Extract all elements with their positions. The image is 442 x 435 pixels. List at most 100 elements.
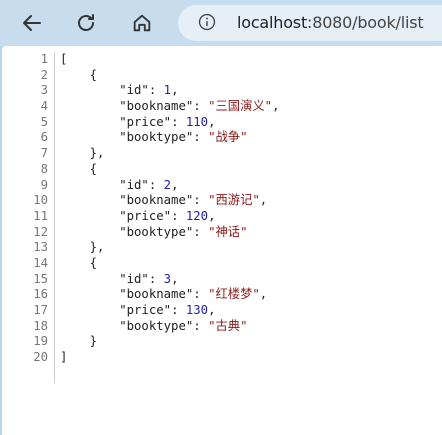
site-info-icon[interactable] <box>198 13 216 31</box>
json-token-punc: }, <box>60 146 105 161</box>
code-line: 12 "booktype": "神话" <box>2 224 247 241</box>
code-text: "id": 1, <box>60 83 178 99</box>
code-text: "booktype": "神话" <box>60 225 247 241</box>
line-number: 2 <box>40 67 48 82</box>
back-arrow-icon <box>23 15 41 31</box>
json-token-punc: , <box>208 114 216 129</box>
code-text: "price": 130, <box>60 303 216 319</box>
code-text: "booktype": "战争" <box>60 130 247 146</box>
json-token-punc: : <box>193 130 209 145</box>
json-token-str: "红楼梦" <box>208 287 260 302</box>
code-text: { <box>60 68 97 84</box>
browser-toolbar: localhost:8080/book/list <box>0 0 442 46</box>
line-number: 8 <box>40 161 48 176</box>
json-token-punc: { <box>60 255 98 270</box>
code-text: { <box>60 256 97 272</box>
code-line: 18 "booktype": "古典" <box>2 318 247 335</box>
code-text: } <box>60 334 97 350</box>
json-token-key: "booktype" <box>60 224 194 239</box>
json-token-punc: , <box>272 99 280 114</box>
code-line: 4 "bookname": "三国演义", <box>2 99 280 115</box>
line-number: 3 <box>40 83 48 98</box>
json-token-punc: : <box>193 318 209 333</box>
code-text: "price": 110, <box>60 114 216 131</box>
json-token-punc: , <box>208 303 216 317</box>
json-token-punc: : <box>148 83 164 98</box>
json-token-key: "id" <box>60 83 149 98</box>
json-token-key: "id" <box>60 271 149 286</box>
json-token-str: "三国演义" <box>208 99 273 114</box>
json-token-punc: { <box>60 67 98 82</box>
reload-button[interactable] <box>70 7 102 39</box>
code-line: 13 }, <box>2 240 104 256</box>
line-number: 18 <box>33 318 48 333</box>
line-number: 19 <box>33 334 48 349</box>
code-line: 7 }, <box>2 146 105 162</box>
code-text: [ <box>60 52 67 68</box>
line-number: 13 <box>33 240 48 255</box>
code-line: 1[ <box>2 52 68 68</box>
json-token-punc: , <box>259 287 268 302</box>
code-line: 14 { <box>2 256 97 272</box>
json-token-punc: : <box>148 271 164 286</box>
json-token-punc: : <box>193 99 209 114</box>
json-token-punc: }, <box>60 240 105 255</box>
line-number: 16 <box>33 287 48 302</box>
json-token-key: "price" <box>60 303 172 317</box>
line-number: 12 <box>33 224 48 239</box>
json-token-key: "bookname" <box>60 193 194 208</box>
code-text: }, <box>60 146 105 162</box>
code-text: "id": 2, <box>60 178 178 194</box>
json-token-key: "booktype" <box>60 318 194 333</box>
code-text: "bookname": "三国演义", <box>60 99 279 115</box>
json-token-key: "price" <box>60 114 172 129</box>
json-token-key: "id" <box>60 177 149 192</box>
code-line: 9 "id": 2, <box>2 177 179 194</box>
json-token-punc: , <box>171 177 179 192</box>
home-button[interactable] <box>126 7 158 39</box>
line-number: 15 <box>33 271 48 286</box>
code-line: 17 "price": 130, <box>2 303 215 319</box>
code-line: 3 "id": 1, <box>2 83 179 99</box>
json-token-punc: : <box>193 287 209 302</box>
line-number: 11 <box>33 208 48 223</box>
json-token-key: "booktype" <box>60 130 194 145</box>
json-token-punc: : <box>148 177 164 192</box>
line-number: 17 <box>33 303 48 317</box>
back-button[interactable] <box>16 7 48 39</box>
line-number: 5 <box>40 114 48 129</box>
json-token-punc: : <box>171 303 186 317</box>
line-number: 10 <box>33 193 48 208</box>
code-line: 19 } <box>2 334 97 350</box>
address-bar[interactable]: localhost:8080/book/list <box>178 5 442 41</box>
json-token-punc: { <box>60 161 98 176</box>
json-token-key: "price" <box>60 208 172 223</box>
line-number: 4 <box>40 99 48 114</box>
code-text: }, <box>60 240 105 256</box>
json-token-punc: } <box>60 334 98 349</box>
json-token-punc: : <box>193 193 209 208</box>
url-text: localhost:8080/book/list <box>237 13 424 32</box>
json-token-punc: : <box>171 114 186 129</box>
json-token-punc: , <box>208 208 216 223</box>
home-icon <box>133 14 151 32</box>
code-line: 11 "price": 120, <box>2 208 215 225</box>
reload-icon <box>78 14 94 31</box>
json-token-punc: ] <box>60 350 68 365</box>
page-content: 1[2 {3 "id": 1, 4 "bookname": "三国演义", 5 "p… <box>2 46 442 435</box>
line-number-divider <box>54 52 55 383</box>
url-host: localhost <box>237 13 308 32</box>
code-text: { <box>60 162 97 178</box>
line-number: 9 <box>40 177 48 192</box>
json-token-key: "bookname" <box>60 99 194 114</box>
json-token-punc: [ <box>60 52 68 66</box>
code-text: "bookname": "红楼梦", <box>60 287 267 303</box>
json-token-num: 2 <box>163 177 172 192</box>
json-token-num: 1 <box>163 83 172 98</box>
code-text: "booktype": "古典" <box>60 319 247 335</box>
line-number: 20 <box>33 350 48 365</box>
code-text: ] <box>60 350 67 366</box>
code-line: 15 "id": 3, <box>2 271 178 288</box>
json-token-str: "神话" <box>208 224 248 239</box>
json-token-key: "bookname" <box>60 287 194 302</box>
